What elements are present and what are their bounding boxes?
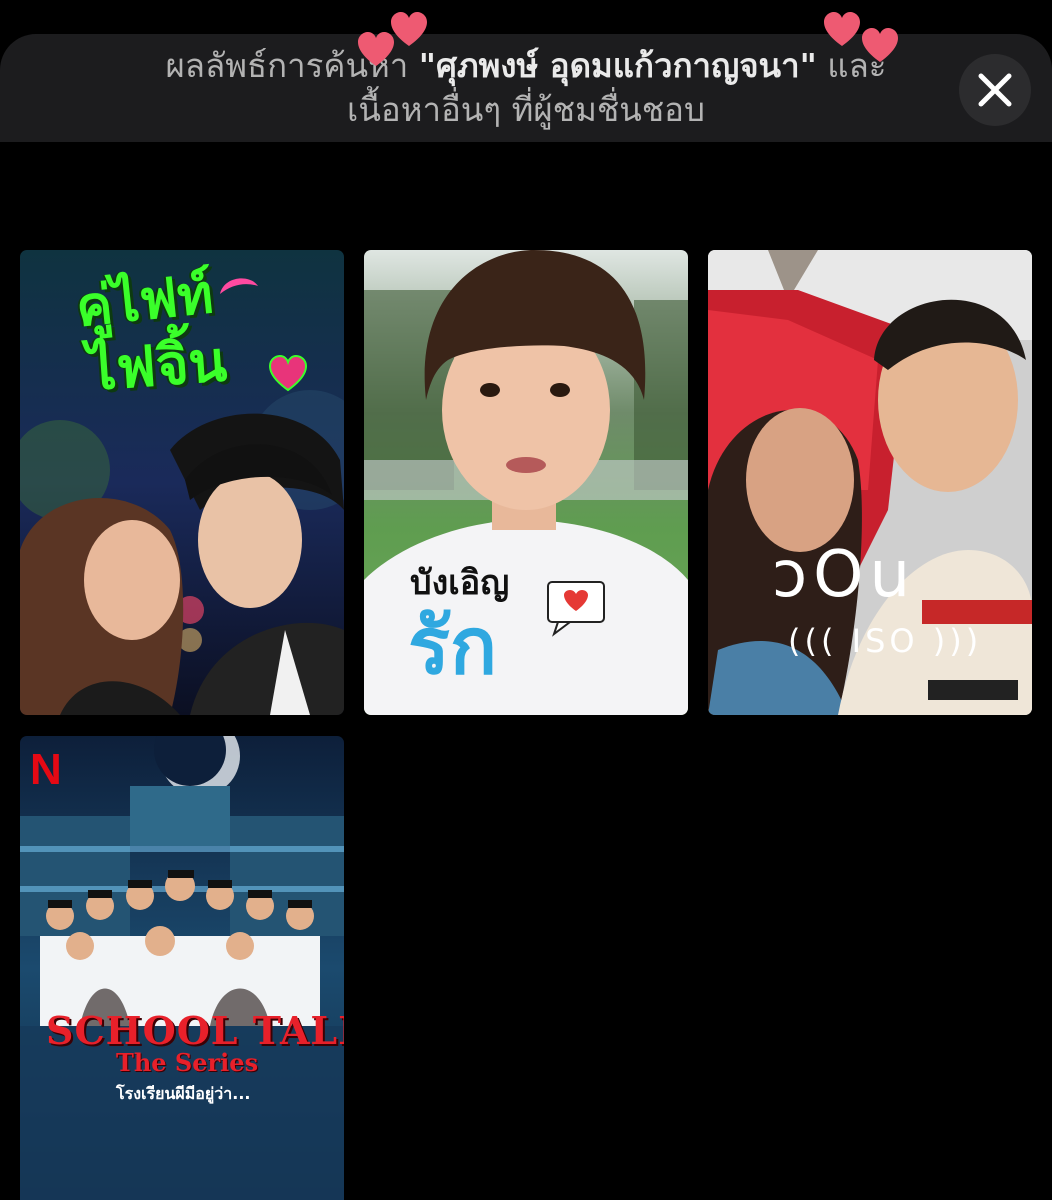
result-poster-4[interactable]: N SCHOOL TALES The Series โรงเรียนผีมีอย… <box>20 736 344 1200</box>
poster-title: ((( ISO ))) <box>788 622 983 660</box>
poster-title: รัก <box>408 602 498 692</box>
poster-title: บังเอิญ <box>410 563 510 603</box>
poster-title: SCHOOL TALES <box>46 1008 344 1053</box>
heart-icon <box>268 354 308 392</box>
netflix-logo: N <box>30 745 62 794</box>
result-poster-1[interactable]: คู่ไฟท์ ไฟจิ้น <box>20 250 344 715</box>
heart-icon <box>391 12 427 46</box>
devil-icon <box>220 278 258 294</box>
close-icon <box>978 73 1012 107</box>
result-poster-3[interactable]: ɔOu ((( ISO ))) <box>708 250 1032 715</box>
heart-icon <box>862 28 898 62</box>
result-poster-2[interactable]: บังเอิญ รัก <box>364 250 688 715</box>
header-line-2: เนื้อหาอื่นๆ ที่ผู้ชมชื่นชอบ <box>347 90 705 129</box>
search-query: "ศุภพงษ์ อุดมแก้วกาญจนา" <box>418 46 817 85</box>
close-button[interactable] <box>959 54 1031 126</box>
poster-subtitle: The Series <box>116 1048 259 1077</box>
poster-artwork <box>20 736 344 1200</box>
poster-title: ɔOu <box>772 538 917 612</box>
header-line-1: ผลลัพธ์การค้นหา "ศุภพงษ์ อุดมแก้วกาญจนา"… <box>60 44 992 88</box>
poster-title: ไฟจิ้น <box>85 329 229 404</box>
poster-thai-title: โรงเรียนผีมีอยู่ว่า... <box>116 1084 251 1103</box>
heart-icon <box>824 12 860 46</box>
search-results-description: ผลลัพธ์การค้นหา "ศุภพงษ์ อุดมแก้วกาญจนา"… <box>60 44 992 132</box>
